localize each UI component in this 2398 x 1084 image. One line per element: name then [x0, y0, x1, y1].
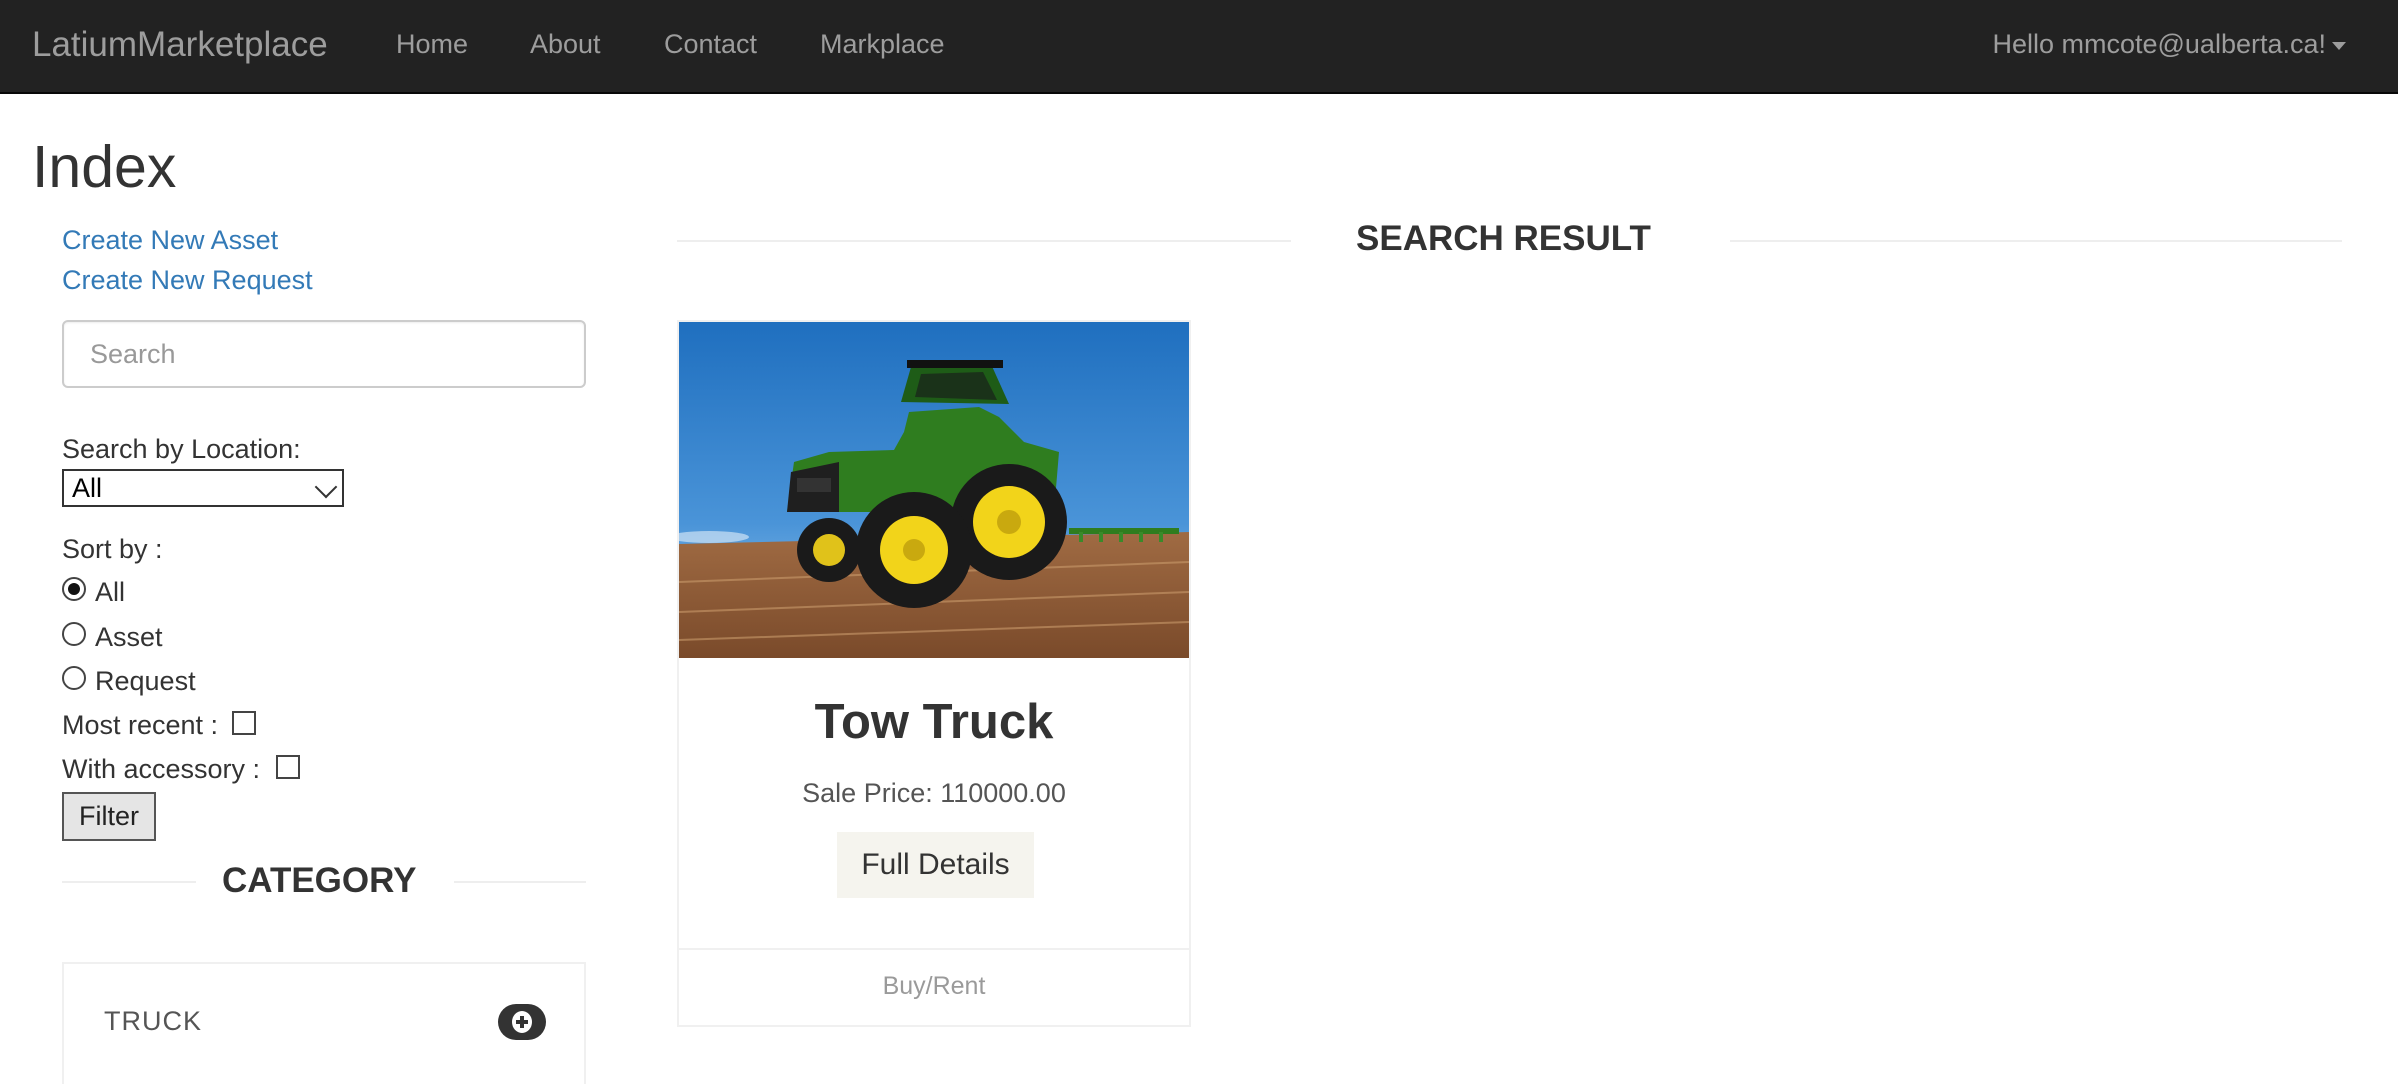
category-item-truck[interactable]: TRUCK	[62, 962, 586, 1084]
sort-label: Sort by :	[62, 534, 163, 564]
nav-home[interactable]: Home	[396, 27, 468, 61]
plus-circle-icon	[512, 1011, 532, 1033]
result-title: Tow Truck	[814, 695, 1054, 749]
search-input[interactable]	[62, 320, 586, 388]
buy-rent-link[interactable]: Buy/Rent	[679, 970, 1189, 1002]
results-heading: SEARCH RESULT	[1356, 219, 1651, 258]
brand-link[interactable]: LatiumMarketplace	[32, 25, 328, 65]
with-accessory-checkbox[interactable]	[276, 755, 300, 779]
sort-radio-all[interactable]	[62, 577, 86, 601]
create-request-link[interactable]: Create New Request	[62, 263, 313, 297]
top-navbar: LatiumMarketplace Home About Contact Mar…	[0, 0, 2398, 94]
location-selected-value: All	[72, 473, 103, 503]
user-menu[interactable]: Hello mmcote@ualberta.ca!	[1992, 27, 2346, 61]
filter-button[interactable]: Filter	[62, 792, 156, 841]
category-heading: CATEGORY	[222, 861, 417, 900]
location-select[interactable]: All	[62, 469, 344, 507]
location-label: Search by Location:	[62, 434, 301, 464]
tractor-image[interactable]	[679, 322, 1189, 658]
category-divider-left	[62, 881, 196, 883]
category-label: TRUCK	[104, 1006, 202, 1036]
result-card: Tow Truck Sale Price: 110000.00 Full Det…	[677, 320, 1191, 1027]
sort-label-asset: Asset	[95, 622, 163, 652]
category-divider-right	[454, 881, 586, 883]
nav-marketplace[interactable]: Markplace	[820, 27, 945, 61]
sort-radio-asset[interactable]	[62, 622, 86, 646]
category-expand-button[interactable]	[498, 1004, 546, 1040]
nav-about[interactable]: About	[530, 27, 601, 61]
nav-contact[interactable]: Contact	[664, 27, 757, 61]
chevron-down-icon	[314, 475, 338, 499]
result-price: Sale Price: 110000.00	[802, 778, 1066, 808]
most-recent-label: Most recent :	[62, 710, 219, 740]
result-footer: Buy/Rent	[679, 948, 1189, 1025]
sort-label-all: All	[95, 577, 126, 607]
results-divider-right	[1730, 240, 2342, 242]
with-accessory-label: With accessory :	[62, 754, 261, 784]
caret-down-icon	[2332, 41, 2346, 50]
create-asset-link[interactable]: Create New Asset	[62, 223, 278, 257]
results-divider-left	[677, 240, 1291, 242]
full-details-button[interactable]: Full Details	[837, 832, 1034, 898]
user-greeting: Hello mmcote@ualberta.ca!	[1992, 29, 2326, 59]
most-recent-checkbox[interactable]	[232, 711, 256, 735]
sort-label-request: Request	[95, 666, 196, 696]
page-title: Index	[32, 134, 177, 200]
sort-radio-request[interactable]	[62, 666, 86, 690]
